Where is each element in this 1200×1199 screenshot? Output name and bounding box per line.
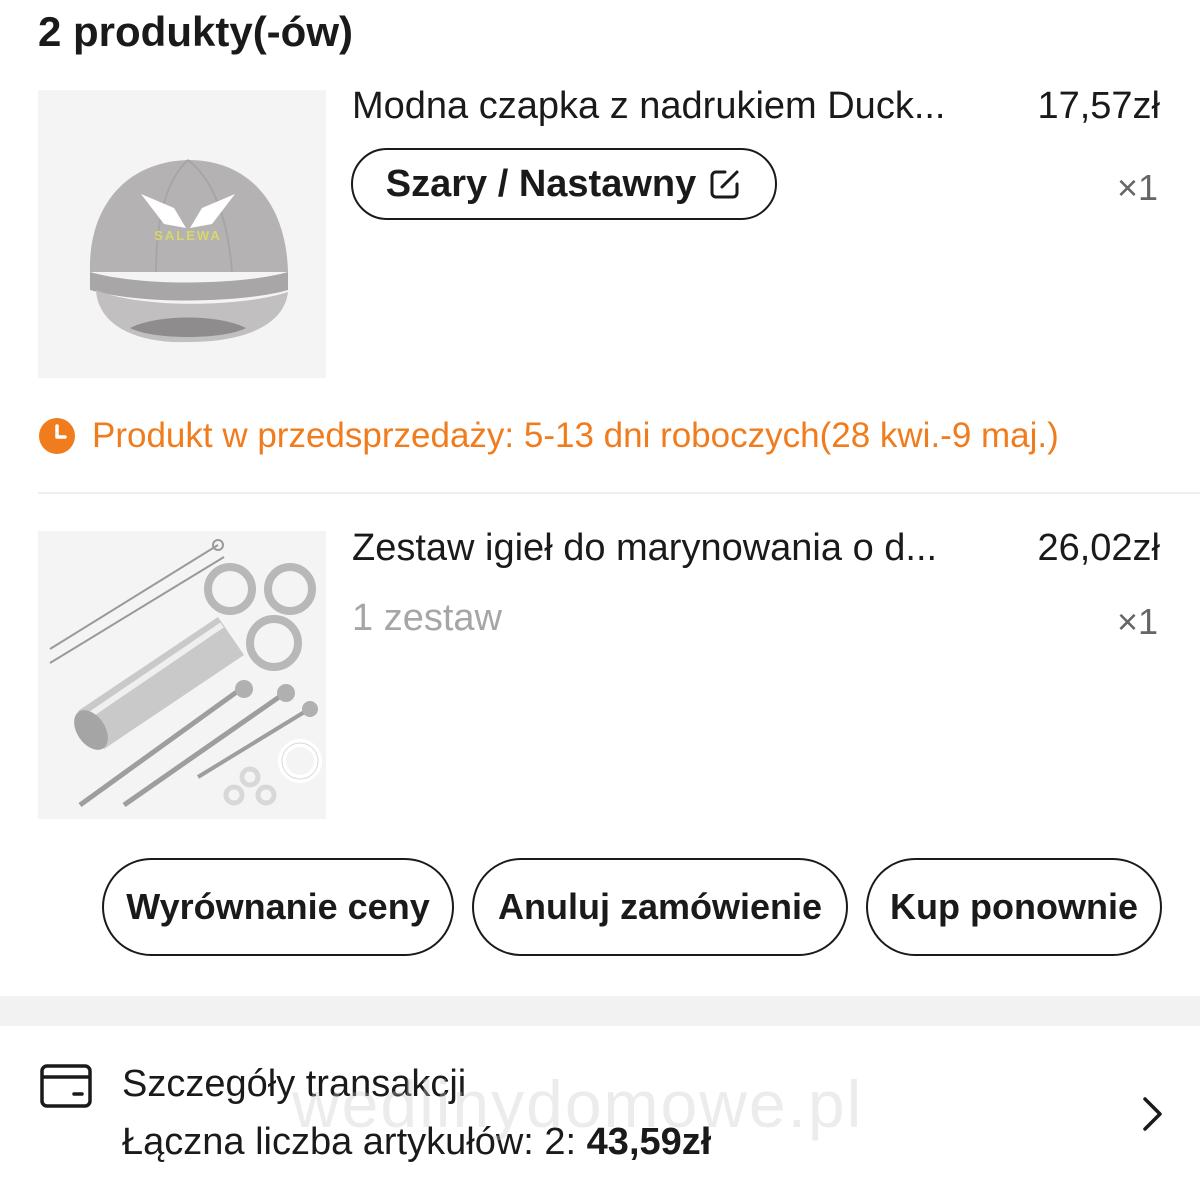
edit-icon	[710, 170, 739, 199]
cap-illustration: SALEWA	[38, 90, 326, 378]
order-page: 2 produkty(-ów) SALEWA Modna czapka z na…	[0, 0, 1200, 1199]
product-image-cap[interactable]: SALEWA	[38, 90, 326, 378]
clock-icon	[39, 418, 75, 454]
variant-label: 1 zestaw	[352, 597, 502, 639]
product-quantity: ×1	[1116, 167, 1158, 208]
order-total: 43,59zł	[586, 1121, 712, 1163]
product-price: 26,02zł	[1037, 527, 1160, 569]
injector-illustration	[38, 531, 326, 819]
buy-again-button[interactable]: Kup ponownie	[866, 858, 1162, 956]
product-image-injector[interactable]	[38, 531, 326, 819]
product-title[interactable]: Zestaw igieł do marynowania o d...	[352, 524, 1002, 572]
product-quantity: ×1	[1116, 601, 1158, 642]
presale-text: Produkt w przedsprzedaży: 5-13 dni roboc…	[92, 416, 1059, 455]
cap-logo-text: SALEWA	[154, 228, 222, 243]
divider	[38, 492, 1200, 494]
items-count-label: Łączna liczba artykułów: 2:	[122, 1121, 587, 1163]
credit-card-icon	[40, 1064, 92, 1108]
section-separator	[0, 996, 1200, 1026]
cancel-order-button[interactable]: Anuluj zamówienie	[472, 858, 848, 956]
variant-selector[interactable]: Szary / Nastawny	[351, 148, 777, 220]
product-title[interactable]: Modna czapka z nadrukiem Duck...	[352, 82, 1002, 130]
price-adjustment-button[interactable]: Wyrównanie ceny	[102, 858, 454, 956]
page-title: 2 produkty(-ów)	[38, 8, 353, 55]
transaction-title: Szczegóły transakcji	[122, 1063, 467, 1105]
variant-label: Szary / Nastawny	[385, 162, 697, 205]
transaction-details-row[interactable]: Szczegóły transakcji Łączna liczba artyk…	[0, 1026, 1200, 1199]
product-price: 17,57zł	[1037, 85, 1160, 127]
chevron-right-icon	[1143, 1097, 1162, 1131]
items-total-summary: Łączna liczba artykułów: 2: 43,59zł	[122, 1118, 711, 1166]
presale-notice: Produkt w przedsprzedaży: 5-13 dni roboc…	[38, 412, 1059, 460]
